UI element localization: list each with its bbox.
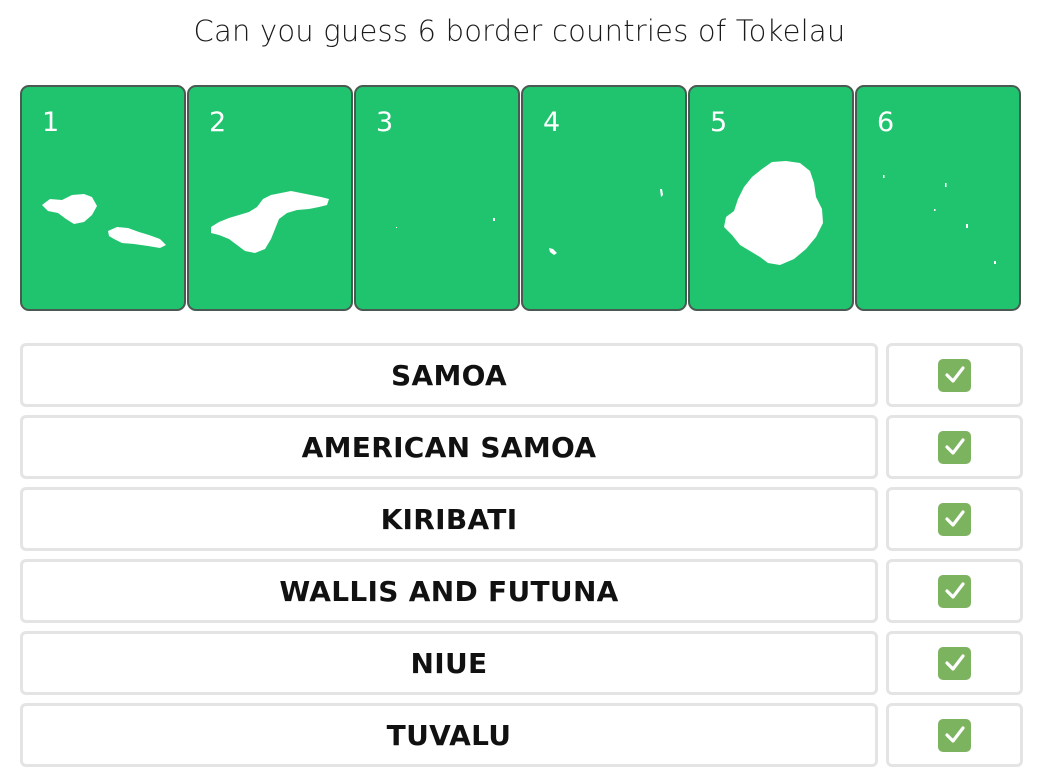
country-shape-american-samoa xyxy=(211,191,329,253)
answer-row: AMERICAN SAMOA xyxy=(20,415,878,479)
country-card-4[interactable]: 4 xyxy=(521,85,687,311)
answer-status xyxy=(886,415,1023,479)
country-shape-wallis-and-futuna xyxy=(549,189,663,255)
checkmark-icon xyxy=(938,358,971,392)
country-card-2[interactable]: 2 xyxy=(187,85,353,311)
checkmark-icon xyxy=(938,430,971,464)
checkmark-icon xyxy=(938,718,971,752)
checkmark-icon xyxy=(938,574,971,608)
answer-row: WALLIS AND FUTUNA xyxy=(20,559,878,623)
country-card-3[interactable]: 3 xyxy=(354,85,520,311)
answer-row: TUVALU xyxy=(20,703,878,767)
country-shape-tuvalu xyxy=(883,175,996,264)
answer-status xyxy=(886,703,1023,767)
quiz-title: Can you guess 6 border countries of Toke… xyxy=(193,14,846,48)
answer-status xyxy=(886,631,1023,695)
country-card-6[interactable]: 6 xyxy=(855,85,1021,311)
country-card-1[interactable]: 1 xyxy=(20,85,186,311)
answer-status xyxy=(886,559,1023,623)
answer-row: NIUE xyxy=(20,631,878,695)
country-shape-niue xyxy=(724,161,823,265)
country-cards: 1 2 3 4 5 6 xyxy=(20,85,1023,311)
checkmark-icon xyxy=(938,646,971,680)
answer-status xyxy=(886,487,1023,551)
answer-row: KIRIBATI xyxy=(20,487,878,551)
answer-status xyxy=(886,343,1023,407)
checkmark-icon xyxy=(938,502,971,536)
answer-row: SAMOA xyxy=(20,343,878,407)
country-shape-kiribati xyxy=(396,218,495,228)
country-card-5[interactable]: 5 xyxy=(688,85,854,311)
country-shape-samoa xyxy=(42,194,166,248)
